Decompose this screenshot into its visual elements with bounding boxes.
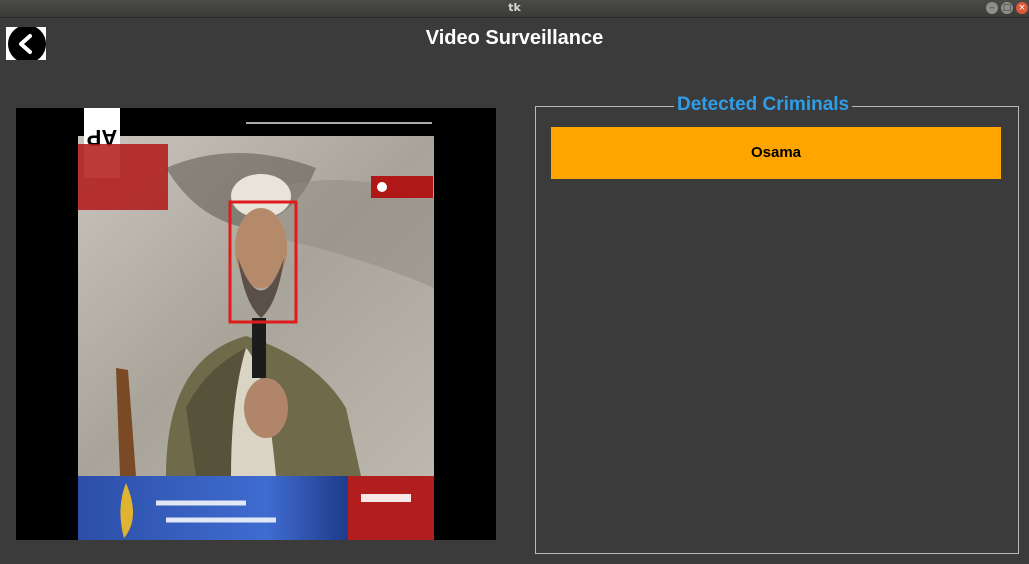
page-title: Video Surveillance: [425, 27, 604, 49]
window-title: tk: [508, 1, 521, 14]
video-frame-image: AP: [16, 108, 496, 540]
window-titlebar: tk – □ ×: [0, 0, 1029, 18]
maximize-icon[interactable]: □: [1001, 2, 1013, 14]
minimize-icon[interactable]: –: [986, 2, 998, 14]
criminal-list-item[interactable]: Osama: [551, 127, 1001, 179]
detected-criminals-title: Detected Criminals: [674, 93, 853, 117]
video-feed: AP: [16, 108, 496, 540]
close-icon[interactable]: ×: [1016, 2, 1028, 14]
